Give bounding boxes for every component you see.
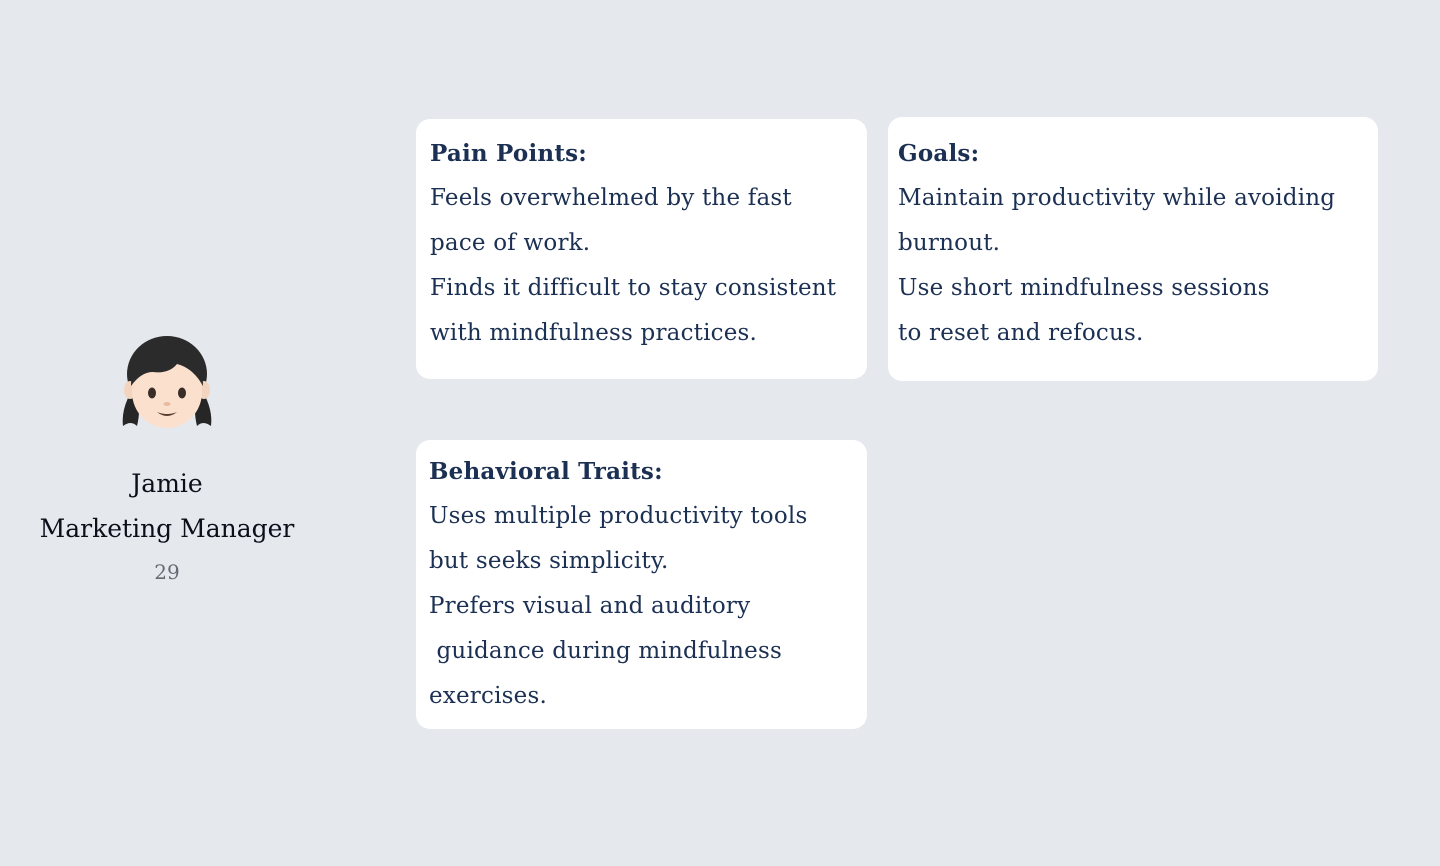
persona-role: Marketing Manager (39, 514, 295, 543)
goals-title: Goals: (898, 140, 980, 167)
behavioral-traits-title: Behavioral Traits: (429, 458, 663, 485)
behavioral-traits-line: exercises. (429, 683, 547, 709)
behavioral-traits-line: but seeks simplicity. (429, 548, 669, 574)
persona-profile: Jamie Marketing Manager 29 (0, 330, 334, 585)
pain-points-card: Pain Points: Feels overwhelmed by the fa… (416, 119, 867, 379)
pain-points-line: Finds it difficult to stay consistent (430, 275, 837, 301)
goals-line: to reset and refocus. (898, 320, 1144, 346)
pain-points-title: Pain Points: (430, 140, 587, 167)
behavioral-traits-card: Behavioral Traits: Uses multiple product… (416, 440, 867, 729)
behavioral-traits-line: Prefers visual and auditory (429, 593, 751, 619)
goals-line: Maintain productivity while avoiding (898, 185, 1336, 211)
persona-name: Jamie (131, 469, 203, 498)
goals-line: Use short mindfulness sessions (898, 275, 1270, 301)
pain-points-line: pace of work. (430, 230, 591, 256)
pain-points-line: with mindfulness practices. (430, 320, 758, 346)
goals-card: Goals: Maintain productivity while avoid… (888, 117, 1378, 381)
pain-points-line: Feels overwhelmed by the fast (430, 185, 792, 211)
behavioral-traits-line: guidance during mindfulness (429, 638, 783, 664)
girl-emoji-icon (117, 330, 217, 430)
goals-line: burnout. (898, 230, 1001, 256)
behavioral-traits-line: Uses multiple productivity tools (429, 503, 808, 529)
persona-age: 29 (154, 560, 180, 584)
